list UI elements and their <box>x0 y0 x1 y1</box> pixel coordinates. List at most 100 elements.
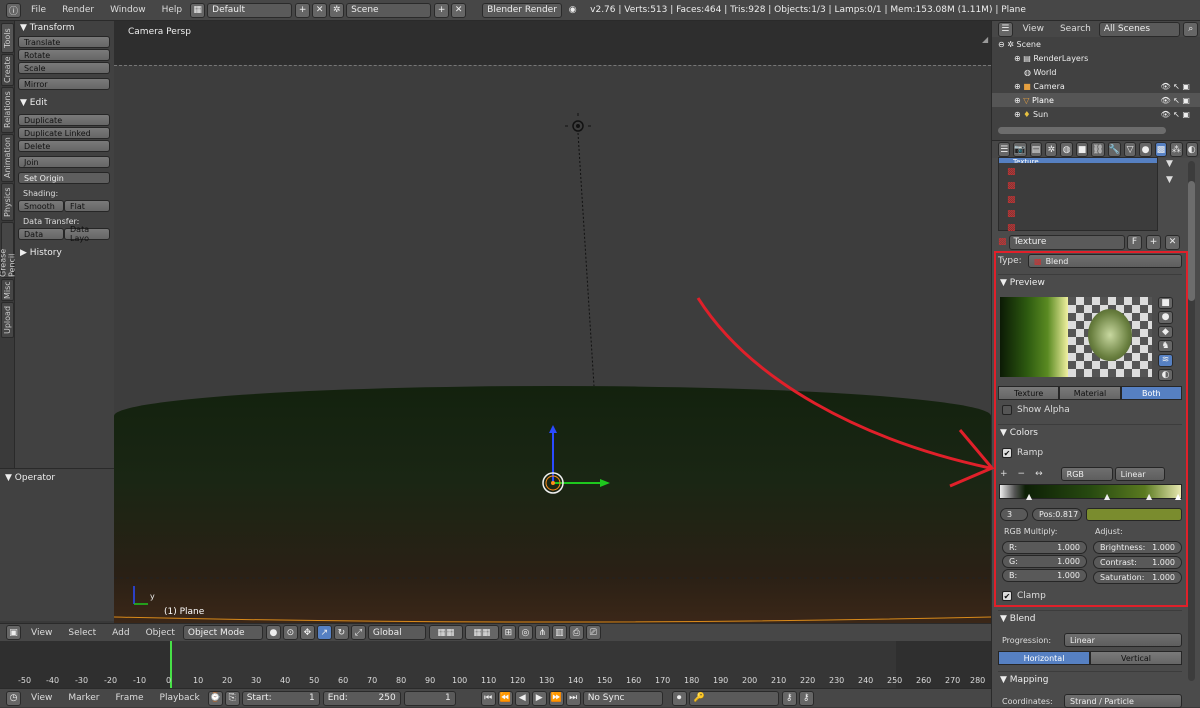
3d-viewport[interactable]: Camera Persp ◢ y (1) Plane <box>114 21 991 623</box>
menu-add[interactable]: Add <box>104 628 137 638</box>
unlink-texture-icon[interactable]: ✕ <box>1165 234 1180 250</box>
operator-panel-header[interactable]: ▼ Operator <box>0 471 114 485</box>
coordinates-select[interactable]: Strand / Particle <box>1064 694 1182 708</box>
delete-button[interactable]: Delete <box>18 140 110 152</box>
end-frame-field[interactable]: End: 250 <box>322 690 401 706</box>
texture-name-field[interactable]: Texture <box>1008 234 1125 250</box>
color-ramp-bar[interactable]: ▲ ▲ ▲ ▲ <box>999 484 1182 501</box>
lock-layers-icon[interactable]: ⊞ <box>500 625 516 640</box>
history-panel-header[interactable]: ▶ History <box>15 246 114 260</box>
keying-set-field[interactable]: 🔑 <box>688 690 779 706</box>
menu-object[interactable]: Object <box>138 628 183 638</box>
tab-misc[interactable]: Misc <box>1 279 14 301</box>
clamp-row[interactable]: ✔ Clamp <box>1002 591 1046 601</box>
preview-tab-both[interactable]: Both <box>1120 386 1182 400</box>
ramp-stop-marker[interactable]: ▲ <box>1146 492 1152 501</box>
duplicate-linked-button[interactable]: Duplicate Linked <box>18 127 110 139</box>
remove-stop-icon[interactable]: − <box>1018 469 1026 479</box>
tab-physics[interactable]: Physics <box>1 183 14 221</box>
preview-range-icon[interactable]: ⌚ <box>207 690 223 706</box>
edit-panel-header[interactable]: ▼ Edit <box>15 96 114 110</box>
blend-panel-header[interactable]: ▼ Blend <box>998 610 1182 626</box>
scene-icon[interactable]: ✲ <box>329 2 345 18</box>
outliner-scrollbar[interactable] <box>998 127 1166 134</box>
orientation-select[interactable]: Global <box>367 625 426 640</box>
outliner-item-sun[interactable]: ⊕ ♦ Sun 👁 ↖ ▣ <box>992 107 1200 121</box>
layout-grid-icon[interactable]: ▦ <box>190 2 206 18</box>
texture-slot-list[interactable]: Texture ▩ ▩ ▩ ▩ ▩ <box>998 157 1158 233</box>
snap-target-icon[interactable]: ▥ <box>551 625 567 640</box>
snap-icon[interactable]: ⋔ <box>534 625 550 640</box>
color-mode-select[interactable]: RGB <box>1060 467 1113 481</box>
current-frame-field[interactable]: 1 <box>403 690 456 706</box>
play-icon[interactable]: ▶ <box>531 690 547 706</box>
scene-select[interactable]: Scene <box>346 2 432 18</box>
jump-start-icon[interactable]: ⏮ <box>480 690 496 706</box>
red-multiply-field[interactable]: R: 1.000 <box>1002 541 1087 554</box>
preview-monkey-icon[interactable]: ♞ <box>1158 339 1173 353</box>
jump-keyframe-forward-icon[interactable]: ⏩ <box>548 690 564 706</box>
render-layers-tab-icon[interactable]: ▤ <box>1029 142 1043 157</box>
tab-animation[interactable]: Animation <box>1 134 14 182</box>
jump-end-icon[interactable]: ⏭ <box>565 690 581 706</box>
preview-cube-icon[interactable]: ◆ <box>1158 325 1173 338</box>
physics-tab-icon[interactable]: ◐ <box>1185 142 1198 157</box>
translate-button[interactable]: Translate <box>18 36 110 48</box>
ramp-stop-marker[interactable]: ▲ <box>1104 492 1110 501</box>
colors-panel-header[interactable]: ▼ Colors <box>998 424 1182 440</box>
show-alpha-row[interactable]: Show Alpha <box>1002 405 1070 415</box>
menu-select[interactable]: Select <box>60 628 104 638</box>
menu-file[interactable]: File <box>23 5 54 15</box>
tab-upload[interactable]: Upload <box>1 302 14 338</box>
outliner-item-plane[interactable]: ⊕ ▽ Plane 👁 ↖ ▣ <box>992 93 1200 107</box>
play-reverse-icon[interactable]: ◀ <box>514 690 530 706</box>
contrast-field[interactable]: Contrast: 1.000 <box>1093 556 1182 569</box>
slot-down-2-icon[interactable]: ▼ <box>1166 175 1180 189</box>
menu-frame[interactable]: Frame <box>107 693 151 703</box>
menu-view[interactable]: View <box>1015 24 1052 34</box>
ramp-index-field[interactable]: 3 <box>1000 507 1028 521</box>
menu-help[interactable]: Help <box>154 5 191 15</box>
render-engine-select[interactable]: Blender Render <box>482 2 563 18</box>
menu-marker[interactable]: Marker <box>60 693 107 703</box>
texture-type-select[interactable]: ▩ Blend <box>1028 254 1182 268</box>
preview-sphere-icon[interactable]: ● <box>1158 311 1173 324</box>
menu-search[interactable]: Search <box>1052 24 1099 34</box>
mirror-button[interactable]: Mirror <box>18 78 110 90</box>
add-layout-icon[interactable]: + <box>295 2 311 18</box>
menu-render[interactable]: Render <box>54 5 102 15</box>
menu-view[interactable]: View <box>23 693 60 703</box>
info-editor-icon[interactable]: ⓘ <box>6 2 21 18</box>
insert-keyframe-icon[interactable]: ⚷ <box>781 690 797 706</box>
layers-grid-2-icon[interactable]: ▦▦ <box>464 625 499 640</box>
set-origin-dropdown[interactable]: Set Origin <box>18 172 110 184</box>
add-stop-icon[interactable]: + <box>1000 469 1008 479</box>
scale-manipulator-icon[interactable]: ⤢ <box>350 625 366 640</box>
add-scene-icon[interactable]: + <box>434 2 450 18</box>
outliner-editor-icon[interactable]: ☰ <box>998 21 1013 37</box>
world-tab-icon[interactable]: ◍ <box>1060 142 1073 157</box>
opengl-render-icon[interactable]: ⎙ <box>568 625 584 640</box>
flip-ramp-icon[interactable]: ↔ <box>1035 469 1043 479</box>
properties-editor[interactable]: ☰ 📷 ▤ ✲ ◍ ■ ⛓ 🔧 ▽ ● ▩ ⁂ ◐ Texture ▩ ▩ ▩ ▩ ▩ … <box>991 140 1200 708</box>
slot-down-icon[interactable]: ▼ <box>1166 159 1180 173</box>
sync-mode-select[interactable]: No Sync <box>582 690 663 706</box>
properties-scrollbar[interactable] <box>1188 161 1195 681</box>
lock-range-icon[interactable]: ⎘ <box>224 690 240 706</box>
direction-tab-horizontal[interactable]: Horizontal <box>998 651 1090 665</box>
ramp-checkbox[interactable]: ✔ <box>1002 448 1012 458</box>
constraints-tab-icon[interactable]: ⛓ <box>1091 142 1105 157</box>
show-alpha-checkbox[interactable] <box>1002 405 1012 415</box>
jump-keyframe-back-icon[interactable]: ⏪ <box>497 690 513 706</box>
fake-user-button[interactable]: F <box>1127 234 1142 250</box>
direction-tab-vertical[interactable]: Vertical <box>1090 651 1182 665</box>
outliner-item-renderlayers[interactable]: ⊕ ▤ RenderLayers <box>992 51 1200 65</box>
timeline[interactable]: -50 -40 -30 -20 -10 0 10 20 30 40 50 60 … <box>0 641 991 688</box>
outliner-item-world[interactable]: ◍ World <box>992 65 1200 79</box>
preview-plane-icon[interactable]: ■ <box>1158 297 1173 310</box>
particles-tab-icon[interactable]: ⁂ <box>1170 142 1183 157</box>
rotate-button[interactable]: Rotate <box>18 49 110 61</box>
ramp-color-swatch[interactable] <box>1086 507 1182 521</box>
join-button[interactable]: Join <box>18 156 110 168</box>
mode-select[interactable]: Object Mode <box>182 625 263 640</box>
